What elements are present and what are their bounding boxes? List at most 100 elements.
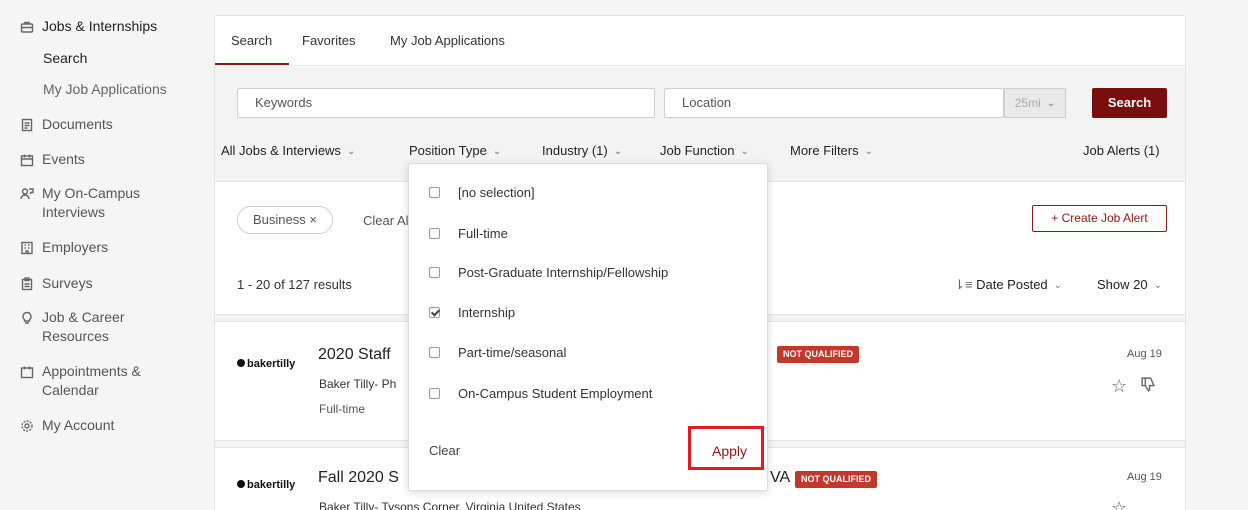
sort-select[interactable]: ⇂≡ Date Posted ⌄ <box>954 277 1062 293</box>
sidebar-item-label: My On-Campus Interviews <box>42 185 141 220</box>
filter-label: More Filters <box>790 143 859 158</box>
job-date: Aug 19 <box>1127 471 1162 483</box>
sidebar-item-label: Events <box>42 151 85 167</box>
checkbox[interactable] <box>429 267 440 278</box>
chevron-down-icon: ⌄ <box>346 146 356 157</box>
keywords-input[interactable]: Keywords <box>237 88 655 118</box>
checkbox-checked[interactable] <box>429 307 440 318</box>
option-on-campus-employment[interactable]: On-Campus Student Employment <box>429 386 652 401</box>
sidebar-item-label: Job & Career Resources <box>42 309 125 344</box>
chevron-down-icon: ⌄ <box>492 146 502 157</box>
sidebar-item-label: Documents <box>42 116 113 132</box>
filter-label: All Jobs & Interviews <box>221 143 341 158</box>
job-company: Baker Tilly- Tysons Corner, Virginia Uni… <box>319 500 581 510</box>
active-filter-chip[interactable]: Business × <box>237 206 333 234</box>
interview-icon <box>20 184 42 203</box>
chevron-down-icon: ⌄ <box>1153 280 1162 291</box>
sidebar-item-label: Appointments & Calendar <box>42 363 141 398</box>
job-company: Baker Tilly- Ph <box>319 377 397 391</box>
sidebar-subitem-search[interactable]: Search <box>43 50 87 66</box>
filter-job-function[interactable]: Job Function ⌄ <box>660 143 749 158</box>
location-input[interactable]: Location <box>664 88 1004 118</box>
clipboard-icon <box>20 274 42 293</box>
job-alerts-link[interactable]: Job Alerts (1) <box>1083 143 1160 158</box>
option-internship[interactable]: Internship <box>429 305 515 320</box>
option-no-selection[interactable]: [no selection] <box>429 185 535 200</box>
sidebar-item-documents[interactable]: Documents <box>20 115 113 134</box>
create-job-alert-button[interactable]: + Create Job Alert <box>1032 205 1167 232</box>
thumbs-down-icon[interactable] <box>1140 376 1157 398</box>
lightbulb-icon <box>20 308 42 327</box>
star-icon[interactable]: ☆ <box>1111 376 1127 397</box>
star-icon[interactable]: ☆ <box>1111 498 1127 510</box>
option-label: On-Campus Student Employment <box>458 386 653 401</box>
sidebar-item-jobs[interactable]: Jobs & Internships <box>20 17 157 36</box>
filter-label: Industry (1) <box>542 143 608 158</box>
status-badge: NOT QUALIFIED <box>777 346 859 363</box>
option-label: Full-time <box>458 226 508 241</box>
chevron-down-icon: ⌄ <box>1046 98 1056 109</box>
filter-label: Job Function <box>660 143 735 158</box>
tab-search[interactable]: Search <box>231 33 272 48</box>
job-title-link[interactable]: Fall 2020 S <box>318 469 399 487</box>
active-tab-indicator <box>215 63 289 65</box>
tab-my-job-applications[interactable]: My Job Applications <box>390 33 505 48</box>
sidebar-item-resources[interactable]: Job & Career Resources <box>20 308 170 346</box>
sort-icon: ⇂≡ <box>954 277 973 292</box>
job-title-link[interactable]: 2020 Staff <box>318 346 391 364</box>
page-size-select[interactable]: Show 20 ⌄ <box>1097 277 1162 292</box>
sidebar-item-label: Jobs & Internships <box>42 18 158 34</box>
filter-all-jobs[interactable]: All Jobs & Interviews ⌄ <box>221 143 355 158</box>
results-count: 1 - 20 of 127 results <box>237 277 352 292</box>
sidebar-item-surveys[interactable]: Surveys <box>20 274 93 293</box>
tab-favorites[interactable]: Favorites <box>302 33 355 48</box>
option-label: Post-Graduate Internship/Fellowship <box>458 265 669 280</box>
sidebar-item-label: Employers <box>42 239 109 255</box>
calendar-icon <box>20 362 42 381</box>
dropdown-clear-button[interactable]: Clear <box>429 443 460 458</box>
sidebar: Jobs & Internships Search My Job Applica… <box>0 0 200 510</box>
sidebar-item-account[interactable]: My Account <box>20 416 114 435</box>
job-title-tail: VA <box>770 469 791 486</box>
dropdown-apply-button[interactable]: Apply <box>712 443 747 459</box>
filter-industry[interactable]: Industry (1) ⌄ <box>542 143 622 158</box>
option-full-time[interactable]: Full-time <box>429 226 508 241</box>
company-logo: bakertilly <box>237 358 295 370</box>
sidebar-item-label: My Account <box>42 417 115 433</box>
job-type: Full-time <box>319 402 366 416</box>
checkbox[interactable] <box>429 187 440 198</box>
page-size-label: Show 20 <box>1097 277 1148 292</box>
briefcase-icon <box>20 17 42 36</box>
filter-position-type[interactable]: Position Type ⌄ <box>409 143 501 158</box>
document-icon <box>20 115 42 134</box>
radius-select[interactable]: 25mi ⌄ <box>1004 88 1066 118</box>
sidebar-item-employers[interactable]: Employers <box>20 238 108 257</box>
status-badge: NOT QUALIFIED <box>795 471 877 488</box>
sidebar-item-appointments[interactable]: Appointments & Calendar <box>20 362 170 400</box>
sidebar-subitem-applications[interactable]: My Job Applications <box>43 81 167 97</box>
sidebar-item-interviews[interactable]: My On-Campus Interviews <box>20 184 170 222</box>
sort-label: Date Posted <box>976 277 1048 292</box>
option-part-time[interactable]: Part-time/seasonal <box>429 345 566 360</box>
chevron-down-icon: ⌄ <box>1053 280 1063 291</box>
clear-all-link[interactable]: Clear Al <box>363 213 409 228</box>
checkbox[interactable] <box>429 347 440 358</box>
filter-more-filters[interactable]: More Filters ⌄ <box>790 143 873 158</box>
job-date: Aug 19 <box>1127 348 1162 360</box>
option-post-graduate-internship[interactable]: Post-Graduate Internship/Fellowship <box>429 265 668 280</box>
search-button[interactable]: Search <box>1092 88 1167 118</box>
option-label: [no selection] <box>458 185 535 200</box>
company-logo: bakertilly <box>237 479 295 491</box>
chevron-down-icon: ⌄ <box>613 146 623 157</box>
checkbox[interactable] <box>429 228 440 239</box>
radius-value: 25mi <box>1014 96 1041 110</box>
sidebar-item-events[interactable]: Events <box>20 150 85 169</box>
calendar-icon <box>20 150 42 169</box>
chevron-down-icon: ⌄ <box>864 146 874 157</box>
gear-icon <box>20 416 42 435</box>
option-label: Internship <box>458 305 516 320</box>
tab-bar: Search Favorites My Job Applications <box>215 16 1185 66</box>
chevron-down-icon: ⌄ <box>740 146 749 157</box>
checkbox[interactable] <box>429 388 440 399</box>
sidebar-item-label: Surveys <box>42 275 93 291</box>
